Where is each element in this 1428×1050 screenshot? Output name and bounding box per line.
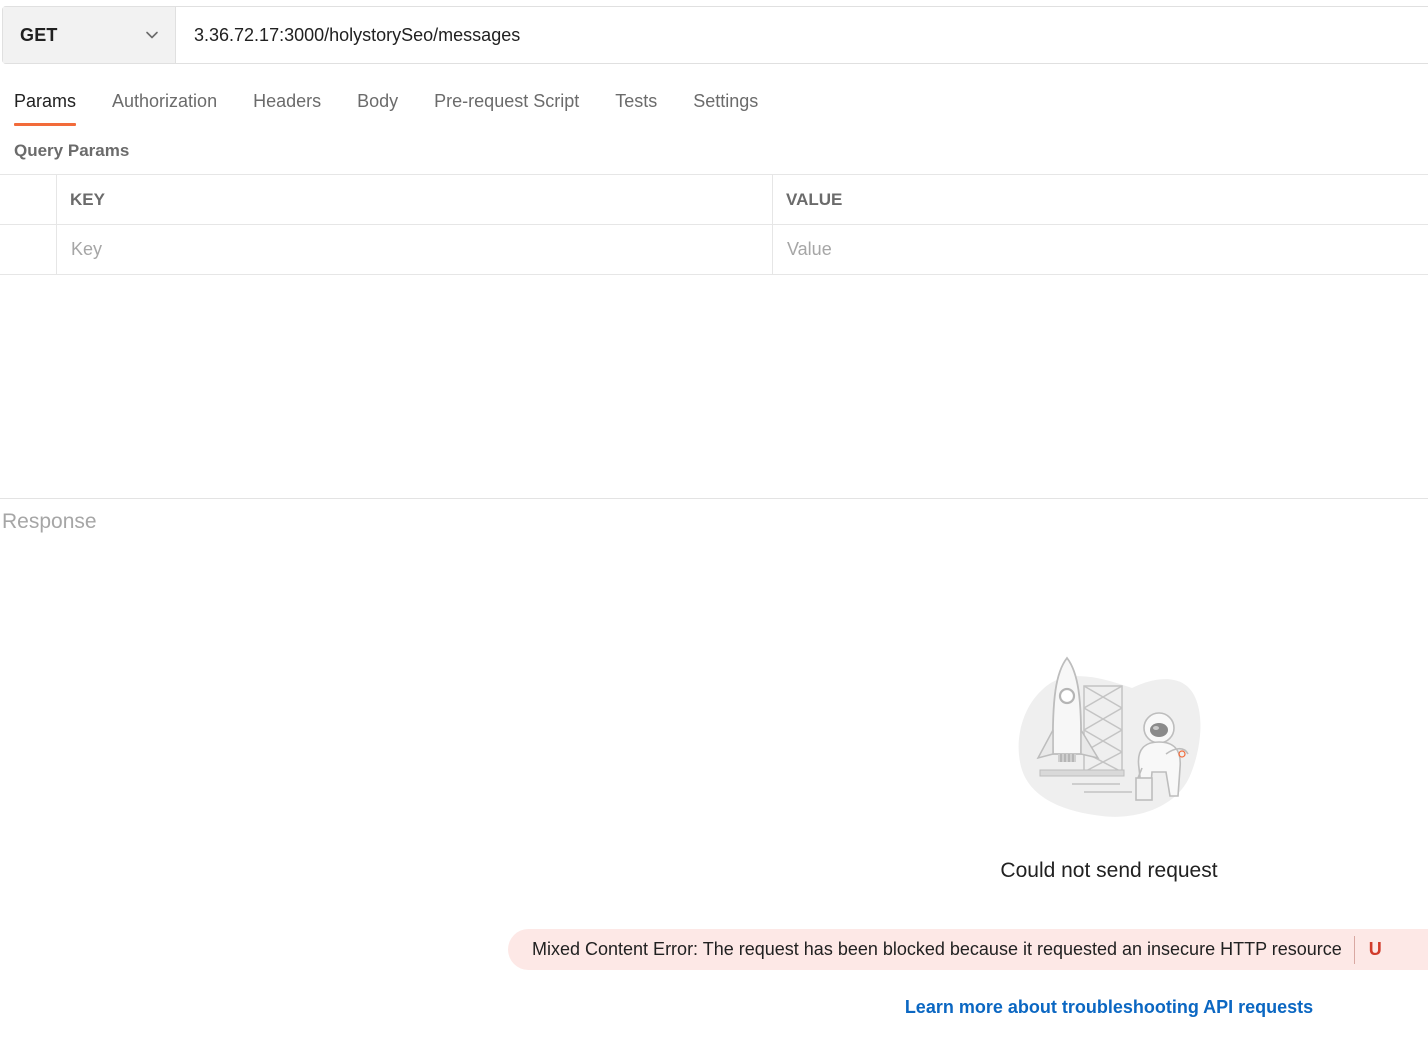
method-label: GET — [20, 24, 58, 45]
value-cell — [773, 225, 1428, 274]
checkbox-column-header — [0, 175, 57, 224]
rocket-astronaut-illustration — [1012, 650, 1204, 822]
error-banner: Mixed Content Error: The request has bee… — [508, 929, 1428, 970]
url-text: 3.36.72.17:3000/holystorySeo/messages — [194, 24, 521, 45]
response-heading: Response — [2, 510, 97, 533]
tab-tests[interactable]: Tests — [615, 88, 657, 126]
chevron-down-icon — [145, 28, 159, 42]
tab-settings[interactable]: Settings — [693, 88, 758, 126]
pane-splitter[interactable] — [0, 498, 1428, 499]
request-page: GET 3.36.72.17:3000/holystorySeo/message… — [0, 0, 1428, 1050]
key-column-header: KEY — [57, 175, 773, 224]
value-input[interactable] — [786, 239, 1376, 260]
url-input[interactable]: 3.36.72.17:3000/holystorySeo/messages — [176, 7, 1428, 63]
method-dropdown[interactable]: GET — [3, 7, 176, 63]
key-input[interactable] — [70, 239, 703, 260]
tab-authorization[interactable]: Authorization — [112, 88, 217, 126]
table-header-row: KEY VALUE — [0, 175, 1428, 225]
banner-divider — [1353, 935, 1355, 964]
value-header-label: VALUE — [786, 189, 843, 209]
tab-pre-request-script[interactable]: Pre-request Script — [434, 88, 579, 126]
tab-body[interactable]: Body — [357, 88, 398, 126]
table-row — [0, 225, 1428, 275]
banner-action-link[interactable]: U — [1369, 939, 1382, 960]
tab-params[interactable]: Params — [14, 88, 77, 126]
request-tabs: Params Authorization Headers Body Pre-re… — [14, 88, 794, 126]
error-title: Could not send request — [1000, 859, 1218, 882]
learn-more-link[interactable]: Learn more about troubleshooting API req… — [880, 997, 1338, 1018]
tab-headers[interactable]: Headers — [253, 88, 321, 126]
key-cell — [57, 225, 773, 274]
error-message: Mixed Content Error: The request has bee… — [532, 939, 1342, 959]
value-column-header: VALUE — [773, 175, 1428, 224]
url-bar: GET 3.36.72.17:3000/holystorySeo/message… — [2, 6, 1428, 64]
key-header-label: KEY — [70, 189, 105, 209]
query-params-table: KEY VALUE — [0, 174, 1428, 275]
query-params-heading: Query Params — [14, 141, 130, 160]
row-checkbox-cell — [0, 225, 57, 274]
